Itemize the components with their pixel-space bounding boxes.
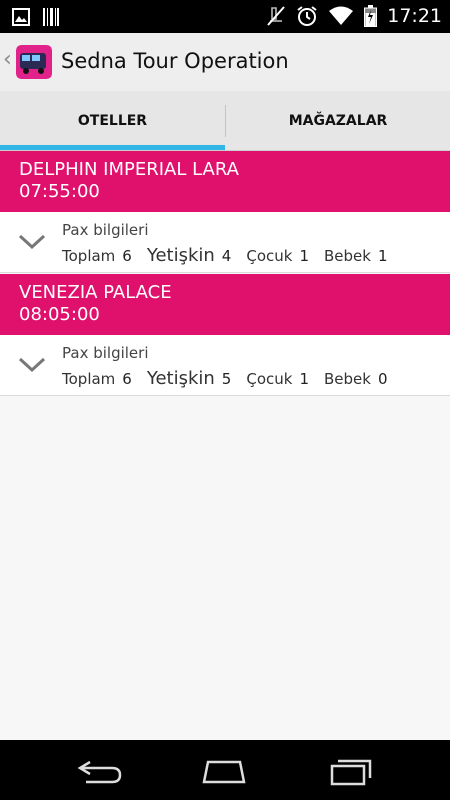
- bus-logo-icon[interactable]: [16, 45, 52, 79]
- up-navigation-icon[interactable]: ‹: [3, 49, 12, 71]
- barcode-icon: [43, 8, 59, 26]
- hotel-header[interactable]: VENEZIA PALACE 08:05:00: [0, 274, 450, 335]
- wifi-icon: [329, 6, 354, 25]
- bebek-value: 1: [377, 247, 388, 265]
- navigation-bar: [0, 740, 450, 800]
- battery-icon: [364, 5, 378, 27]
- hotel-time: 08:05:00: [19, 304, 100, 325]
- hotel-name: DELPHIN IMPERIAL LARA: [19, 159, 239, 180]
- tab-oteller-label: OTELLER: [77, 113, 148, 129]
- yetiskin-label: Yetişkin: [146, 245, 215, 266]
- bebek-label: Bebek: [323, 370, 371, 388]
- pax-info-row[interactable]: Pax bilgileri Toplam 6 Yetişkin 5 Çocuk …: [0, 335, 450, 396]
- tab-magazalar[interactable]: MAĞAZALAR: [226, 91, 450, 151]
- hotel-header[interactable]: DELPHIN IMPERIAL LARA 07:55:00: [0, 151, 450, 212]
- back-icon[interactable]: [76, 754, 124, 786]
- image-icon: [12, 8, 30, 26]
- cocuk-label: Çocuk: [246, 247, 293, 265]
- tab-selected-indicator: [0, 145, 225, 150]
- pax-counts: Toplam 6 Yetişkin 4 Çocuk 1 Bebek 1: [62, 245, 403, 266]
- cocuk-label: Çocuk: [246, 370, 293, 388]
- pax-title: Pax bilgileri: [62, 344, 149, 362]
- cocuk-value: 1: [299, 370, 309, 388]
- status-time: 17:21: [387, 5, 442, 27]
- toplam-label: Toplam: [62, 370, 116, 388]
- chevron-down-icon[interactable]: [18, 234, 46, 250]
- yetiskin-label: Yetişkin: [146, 368, 215, 389]
- cocuk-value: 1: [299, 247, 309, 265]
- status-bar: 17:21: [0, 0, 450, 33]
- tab-bar: OTELLER MAĞAZALAR: [0, 91, 450, 151]
- home-icon[interactable]: [200, 754, 248, 786]
- recent-apps-icon[interactable]: [328, 754, 376, 786]
- pax-counts: Toplam 6 Yetişkin 5 Çocuk 1 Bebek 0: [62, 368, 403, 389]
- app-title: Sedna Tour Operation: [61, 49, 289, 73]
- bebek-value: 0: [377, 370, 388, 388]
- tab-magazalar-label: MAĞAZALAR: [288, 113, 388, 129]
- yetiskin-value: 5: [221, 370, 232, 388]
- alarm-icon: [297, 6, 317, 26]
- mute-icon: [267, 6, 285, 26]
- toplam-label: Toplam: [62, 247, 116, 265]
- chevron-down-icon[interactable]: [18, 357, 46, 373]
- tab-oteller[interactable]: OTELLER: [0, 91, 225, 151]
- hotel-time: 07:55:00: [19, 181, 100, 202]
- yetiskin-value: 4: [221, 247, 232, 265]
- pax-title: Pax bilgileri: [62, 221, 149, 239]
- action-bar: ‹ Sedna Tour Operation: [0, 33, 450, 91]
- hotel-name: VENEZIA PALACE: [19, 282, 172, 303]
- toplam-value: 6: [122, 370, 132, 388]
- pax-info-row[interactable]: Pax bilgileri Toplam 6 Yetişkin 4 Çocuk …: [0, 212, 450, 273]
- bebek-label: Bebek: [323, 247, 371, 265]
- toplam-value: 6: [122, 247, 132, 265]
